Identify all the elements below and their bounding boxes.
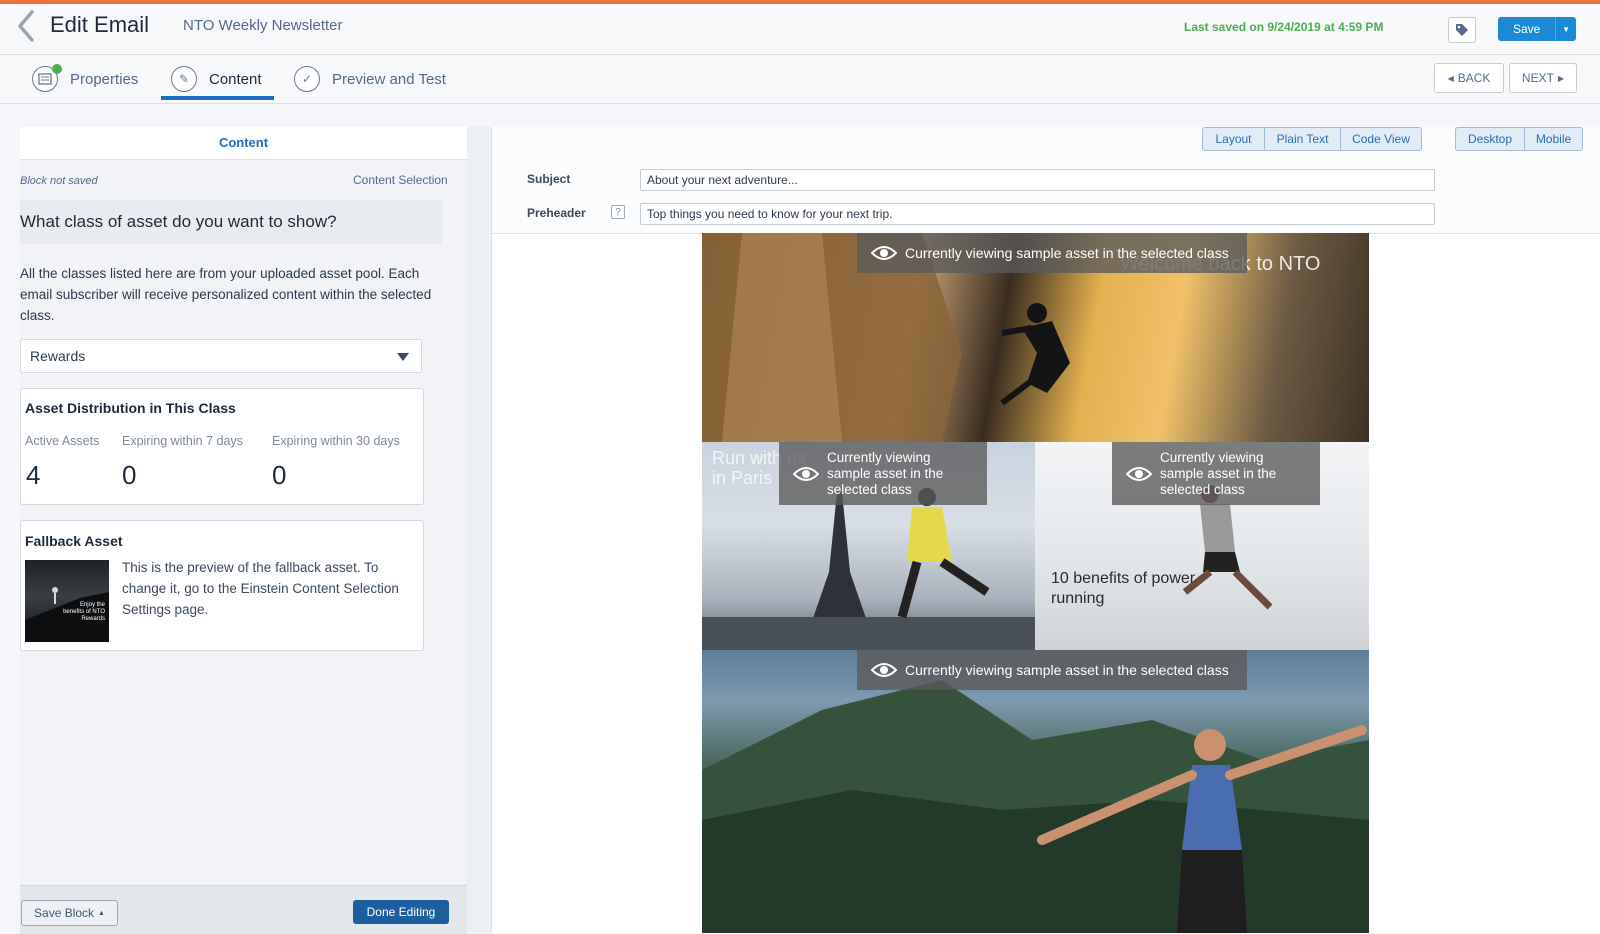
tab-preview-and-test[interactable]: ✓ Preview and Test — [294, 62, 446, 96]
fallback-asset-thumbnail[interactable]: Enjoy the benefits of NTO Rewards — [25, 560, 109, 642]
active-tab-indicator — [161, 96, 274, 100]
caret-up-icon: ▲ — [98, 909, 105, 917]
asset-class-select[interactable]: Rewards — [20, 339, 422, 373]
paris-running-image[interactable]: Run with us in Paris Currently viewing s… — [702, 442, 1035, 650]
back-arrow-icon[interactable] — [10, 8, 44, 44]
page-title: Edit Email — [50, 12, 150, 37]
power-running-image[interactable]: 10 benefits of power running Currently v… — [1035, 442, 1369, 650]
code-view-button[interactable]: Code View — [1340, 127, 1422, 151]
next-button-label: NEXT — [1521, 71, 1554, 85]
plain-text-view-button[interactable]: Plain Text — [1264, 127, 1341, 151]
fallback-thumb-caption: Enjoy the benefits of NTO Rewards — [63, 602, 105, 622]
save-block-button[interactable]: Save Block ▲ — [21, 900, 118, 926]
sample-asset-overlay-1: Currently viewing sample asset in the se… — [857, 233, 1247, 273]
last-saved-status: Last saved on 9/24/2019 at 4:59 PM — [1184, 20, 1384, 34]
help-icon[interactable]: ? — [611, 205, 625, 219]
asset-distribution-title: Asset Distribution in This Class — [25, 400, 236, 416]
save-button[interactable]: Save ▼ — [1498, 17, 1576, 41]
overlay-text-1: Currently viewing sample asset in the se… — [905, 245, 1229, 261]
asset-class-question: What class of asset do you want to show? — [20, 200, 442, 244]
stat-value-7-days: 0 — [122, 460, 137, 490]
stat-label-active: Active Assets — [25, 434, 100, 448]
save-dropdown-caret-icon[interactable]: ▼ — [1555, 17, 1576, 41]
overlay-text-3: Currently viewing sample asset in the se… — [1160, 449, 1277, 497]
pencil-icon: ✎ — [171, 66, 197, 92]
back-caret-icon: ◀ — [1447, 73, 1454, 83]
content-selection-label: Content Selection — [353, 173, 448, 187]
preheader-label: Preheader — [527, 206, 586, 220]
done-editing-button[interactable]: Done Editing — [353, 900, 449, 924]
chevron-down-icon — [397, 353, 409, 361]
panel-tab-content[interactable]: Content — [20, 127, 467, 160]
panel-divider — [467, 127, 492, 933]
save-button-label: Save — [1512, 22, 1541, 36]
power-running-caption: 10 benefits of power running — [1051, 570, 1196, 607]
asset-class-selected-value: Rewards — [30, 348, 86, 364]
desktop-view-button[interactable]: Desktop — [1455, 127, 1525, 151]
back-button[interactable]: ◀ BACK — [1434, 63, 1504, 93]
next-caret-icon: ▶ — [1557, 73, 1565, 83]
tab-preview-label: Preview and Test — [332, 70, 446, 88]
back-button-label: BACK — [1457, 71, 1491, 85]
tab-properties[interactable]: Properties — [32, 62, 138, 96]
fallback-asset-title: Fallback Asset — [25, 533, 123, 549]
subject-input[interactable]: About your next adventure... — [640, 169, 1435, 191]
hiker-mountain-image[interactable]: Currently viewing sample asset in the se… — [702, 650, 1369, 933]
eye-icon — [871, 246, 897, 260]
complete-badge-icon — [52, 64, 62, 74]
stat-value-30-days: 0 — [272, 460, 287, 490]
email-name: NTO Weekly Newsletter — [183, 17, 343, 34]
tab-content-label: Content — [209, 70, 262, 88]
next-button[interactable]: NEXT ▶ — [1509, 63, 1577, 93]
tab-content[interactable]: ✎ Content — [171, 62, 262, 96]
stat-value-active: 4 — [26, 460, 41, 490]
asset-class-description: All the classes listed here are from you… — [20, 266, 432, 323]
hero-climber-image[interactable]: Welcome back to NTO Currently viewing sa… — [702, 233, 1369, 442]
sample-asset-overlay-2: Currently viewing sample asset in the se… — [779, 442, 987, 505]
tag-icon — [1456, 24, 1468, 36]
layout-view-button[interactable]: Layout — [1202, 127, 1265, 151]
eye-icon — [871, 663, 897, 677]
checkmark-icon: ✓ — [294, 66, 320, 92]
tab-properties-label: Properties — [70, 70, 139, 88]
eye-icon — [793, 466, 819, 481]
preheader-input[interactable]: Top things you need to know for your nex… — [640, 203, 1435, 225]
fallback-asset-description: This is the preview of the fallback asse… — [122, 560, 399, 617]
overlay-text-4: Currently viewing sample asset in the se… — [905, 662, 1229, 678]
block-status: Block not saved — [20, 175, 98, 187]
overlay-text-2: Currently viewing sample asset in the se… — [827, 449, 944, 497]
subject-label: Subject — [527, 172, 571, 186]
stat-label-30-days: Expiring within 30 days — [272, 434, 400, 448]
sample-asset-overlay-3: Currently viewing sample asset in the se… — [1112, 442, 1320, 505]
sample-asset-overlay-4: Currently viewing sample asset in the se… — [857, 650, 1247, 690]
stat-label-7-days: Expiring within 7 days — [122, 434, 243, 448]
save-block-label: Save Block — [34, 906, 95, 920]
tag-button[interactable] — [1448, 17, 1476, 43]
eye-icon — [1126, 466, 1152, 481]
mobile-view-button[interactable]: Mobile — [1524, 127, 1583, 151]
